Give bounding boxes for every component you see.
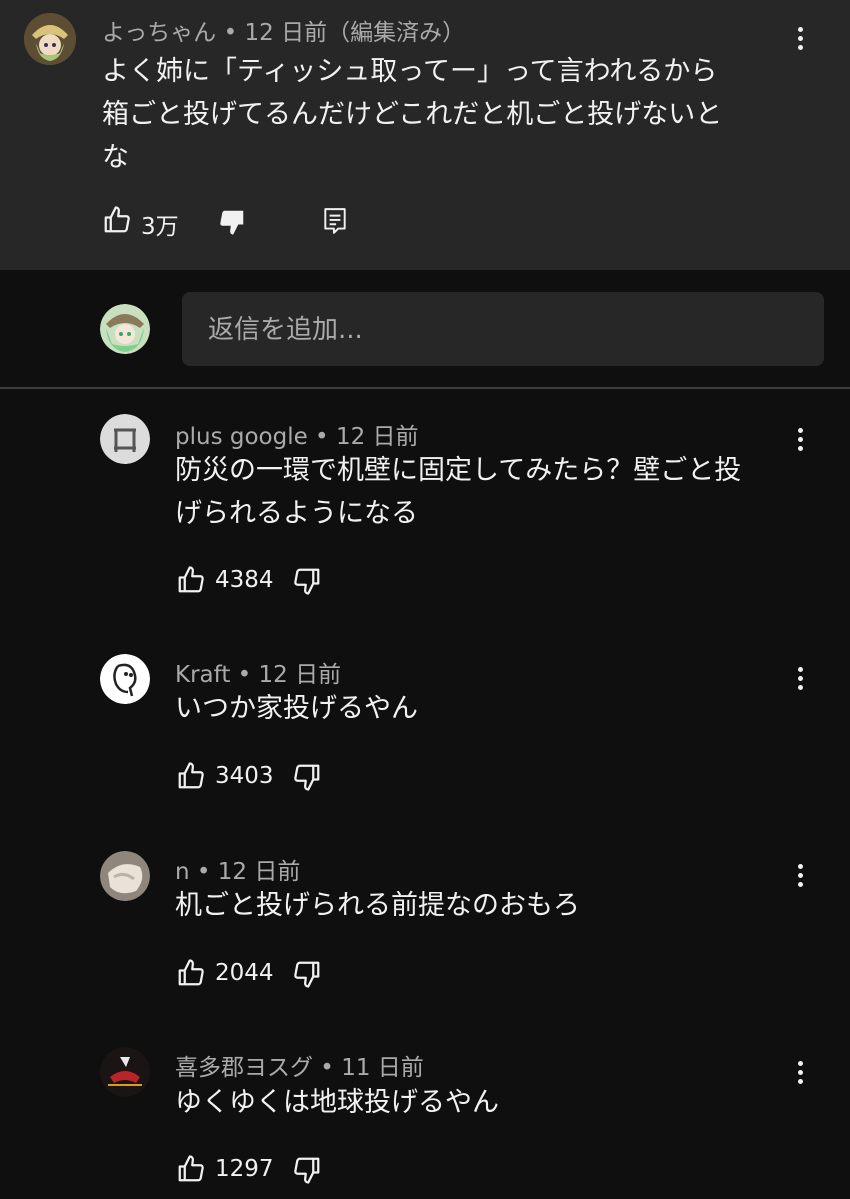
- like-count: 2044: [215, 960, 274, 986]
- comment-meta: n • 12 日前: [175, 852, 300, 886]
- like-count: 4384: [215, 567, 274, 593]
- author-name[interactable]: Kraft: [175, 662, 230, 688]
- comment-text: ゆくゆくは地球投げるやん: [175, 1081, 815, 1124]
- author-name[interactable]: よっちゃん: [102, 20, 216, 46]
- like-icon[interactable]: [176, 761, 206, 791]
- like-icon[interactable]: [176, 958, 206, 988]
- reply-input-box[interactable]: [182, 292, 824, 368]
- separator-dot: •: [230, 662, 259, 688]
- reply-comment-icon[interactable]: [322, 207, 348, 235]
- comment-text-line: な: [102, 142, 129, 173]
- dislike-icon[interactable]: [292, 959, 322, 989]
- avatar[interactable]: [100, 851, 150, 901]
- author-name[interactable]: n: [175, 859, 190, 885]
- comment-text-line: 箱ごと投げてるんだけどこれだと机ごと投げないと: [102, 99, 723, 130]
- comment-text: 防災の一環で机壁に固定してみたら？壁ごと投 げられるようになる: [175, 449, 815, 535]
- comment-time: 11 日前: [341, 1055, 424, 1081]
- comment-time: 12 日前: [217, 859, 301, 885]
- comment-text-line: よく姉に「ティッシュ取ってー」って言われるから: [102, 56, 718, 87]
- comment-text-line: げられるようになる: [175, 498, 418, 529]
- comment-time: 12 日前: [335, 424, 419, 450]
- current-user-avatar: [100, 304, 150, 354]
- dislike-icon[interactable]: [292, 566, 322, 596]
- avatar[interactable]: [100, 414, 150, 464]
- comment-time: 12 日前（編集済み）: [244, 20, 466, 46]
- avatar[interactable]: [100, 654, 150, 704]
- comment-meta: よっちゃん • 12 日前（編集済み）: [102, 13, 465, 47]
- like-count: 3万: [141, 214, 179, 240]
- reply-input[interactable]: [206, 292, 810, 368]
- avatar[interactable]: [24, 13, 76, 65]
- highlighted-comment: よっちゃん • 12 日前（編集済み） よく姉に「ティッシュ取ってー」って言われ…: [0, 0, 850, 270]
- comment-meta: 喜多郡ヨスグ • 11 日前: [175, 1048, 424, 1082]
- separator-dot: •: [216, 20, 245, 46]
- dislike-icon[interactable]: [292, 1155, 322, 1185]
- separator-dot: •: [189, 859, 218, 885]
- like-count: 3403: [215, 763, 274, 789]
- dislike-icon[interactable]: [292, 762, 322, 792]
- comment-text: いつか家投げるやん: [175, 687, 815, 730]
- like-count: 1297: [215, 1156, 274, 1182]
- comment-text-line: ゆくゆくは地球投げるやん: [175, 1087, 499, 1118]
- comment-text: 机ごと投げられる前提なのおもろ: [175, 884, 815, 927]
- comment-text-line: 防災の一環で机壁に固定してみたら？壁ごと投: [175, 455, 742, 486]
- dislike-filled-icon[interactable]: [217, 207, 247, 237]
- like-icon[interactable]: [176, 565, 206, 595]
- avatar[interactable]: [100, 1047, 150, 1097]
- author-name[interactable]: plus google: [175, 424, 308, 450]
- author-name[interactable]: 喜多郡ヨスグ: [175, 1055, 313, 1081]
- like-icon[interactable]: [102, 205, 132, 235]
- divider: [0, 387, 850, 389]
- comment-text-line: 机ごと投げられる前提なのおもろ: [175, 890, 580, 921]
- comment-text: よく姉に「ティッシュ取ってー」って言われるから 箱ごと投げてるんだけどこれだと机…: [102, 50, 802, 179]
- separator-dot: •: [307, 424, 336, 450]
- like-icon[interactable]: [176, 1154, 206, 1184]
- comment-meta: Kraft • 12 日前: [175, 655, 341, 689]
- comment-text-line: いつか家投げるやん: [175, 693, 418, 724]
- comment-time: 12 日前: [258, 662, 342, 688]
- comment-meta: plus google • 12 日前: [175, 417, 419, 451]
- separator-dot: •: [313, 1055, 342, 1081]
